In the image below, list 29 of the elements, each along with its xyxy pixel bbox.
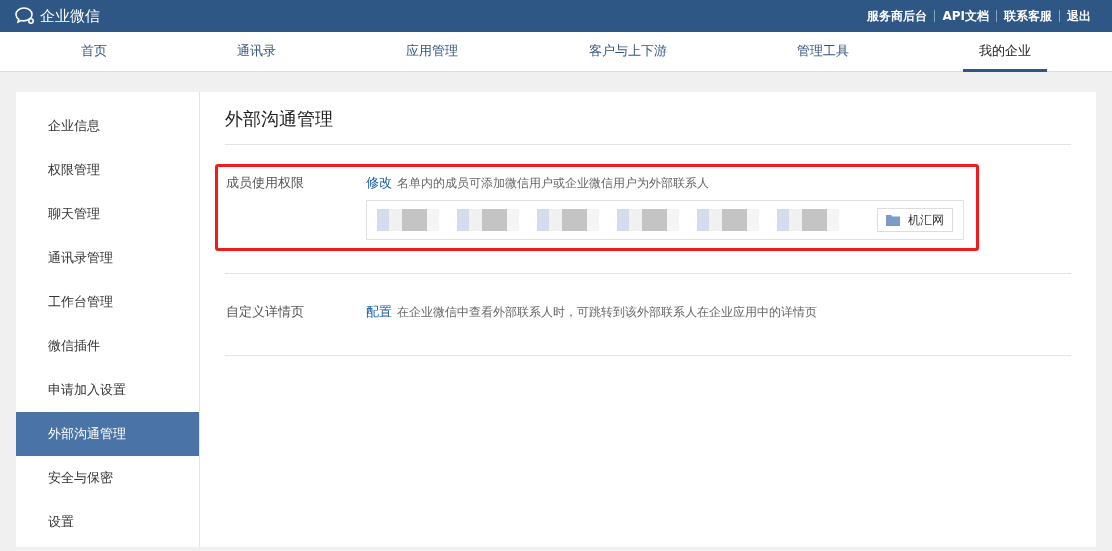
nav-tab[interactable]: 我的企业 [962, 32, 1047, 72]
section-description: 在企业微信中查看外部联系人时，可跳转到该外部联系人在企业应用中的详情页 [397, 304, 817, 322]
page-title: 外部沟通管理 [225, 108, 1071, 145]
section-label: 自定义详情页 [226, 303, 305, 322]
sidebar-item[interactable]: 企业信息 [16, 104, 199, 148]
sidebar-item[interactable]: 外部沟通管理 [16, 412, 199, 456]
nav-tab[interactable]: 应用管理 [390, 32, 475, 72]
nav-tab[interactable]: 通讯录 [221, 32, 293, 72]
sidebar-item[interactable]: 申请加入设置 [16, 368, 199, 412]
sidebar-item[interactable]: 通讯录管理 [16, 236, 199, 280]
sidebar-item[interactable]: 权限管理 [16, 148, 199, 192]
section-label: 成员使用权限 [226, 173, 305, 192]
section-description: 名单内的成员可添加微信用户或企业微信用户为外部联系人 [397, 174, 709, 192]
nav-tab[interactable]: 首页 [65, 32, 124, 72]
sidebar-item[interactable]: 设置 [16, 500, 199, 544]
sidebar-item[interactable]: 聊天管理 [16, 192, 199, 236]
sidebar-item[interactable]: 安全与保密 [16, 456, 199, 500]
sidebar-item[interactable]: 工作台管理 [16, 280, 199, 324]
department-name: 机汇网 [908, 212, 944, 230]
logo-text: 企业微信 [40, 5, 100, 27]
action-link[interactable]: 配置 [366, 302, 392, 322]
action-link[interactable]: 修改 [366, 172, 392, 193]
nav-tab[interactable]: 客户与上下游 [572, 32, 683, 72]
nav-tab[interactable]: 管理工具 [780, 32, 865, 72]
header-link[interactable]: API文档 [935, 7, 996, 25]
header-link[interactable]: 联系客服 [997, 7, 1059, 25]
sidebar-item[interactable]: 微信插件 [16, 324, 199, 368]
header-link[interactable]: 退出 [1060, 7, 1098, 25]
header-link[interactable]: 服务商后台 [860, 7, 935, 25]
